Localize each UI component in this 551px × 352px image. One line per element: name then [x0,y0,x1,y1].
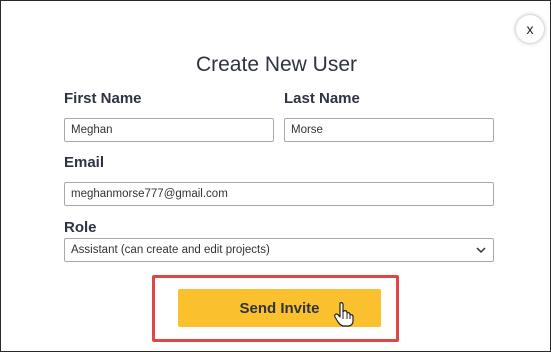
email-input[interactable]: meghanmorse777@gmail.com [64,182,494,206]
dialog-title: Create New User [195,53,358,76]
last-name-input[interactable]: Morse [284,118,494,142]
create-user-dialog: x Create New User First Name Last Name M… [0,0,551,352]
role-select-value: Assistant (can create and edit projects) [71,244,270,256]
role-label: Role [64,219,97,236]
first-name-input[interactable]: Meghan [64,118,274,142]
chevron-down-icon [476,247,486,254]
close-icon: x [526,21,534,37]
email-label: Email [64,154,105,171]
send-invite-label: Send Invite [239,299,320,317]
close-button[interactable]: x [516,15,544,43]
first-name-label: First Name [64,90,142,107]
hand-pointer-icon [334,302,354,327]
last-name-label: Last Name [284,90,360,107]
role-select[interactable]: Assistant (can create and edit projects) [64,238,494,262]
